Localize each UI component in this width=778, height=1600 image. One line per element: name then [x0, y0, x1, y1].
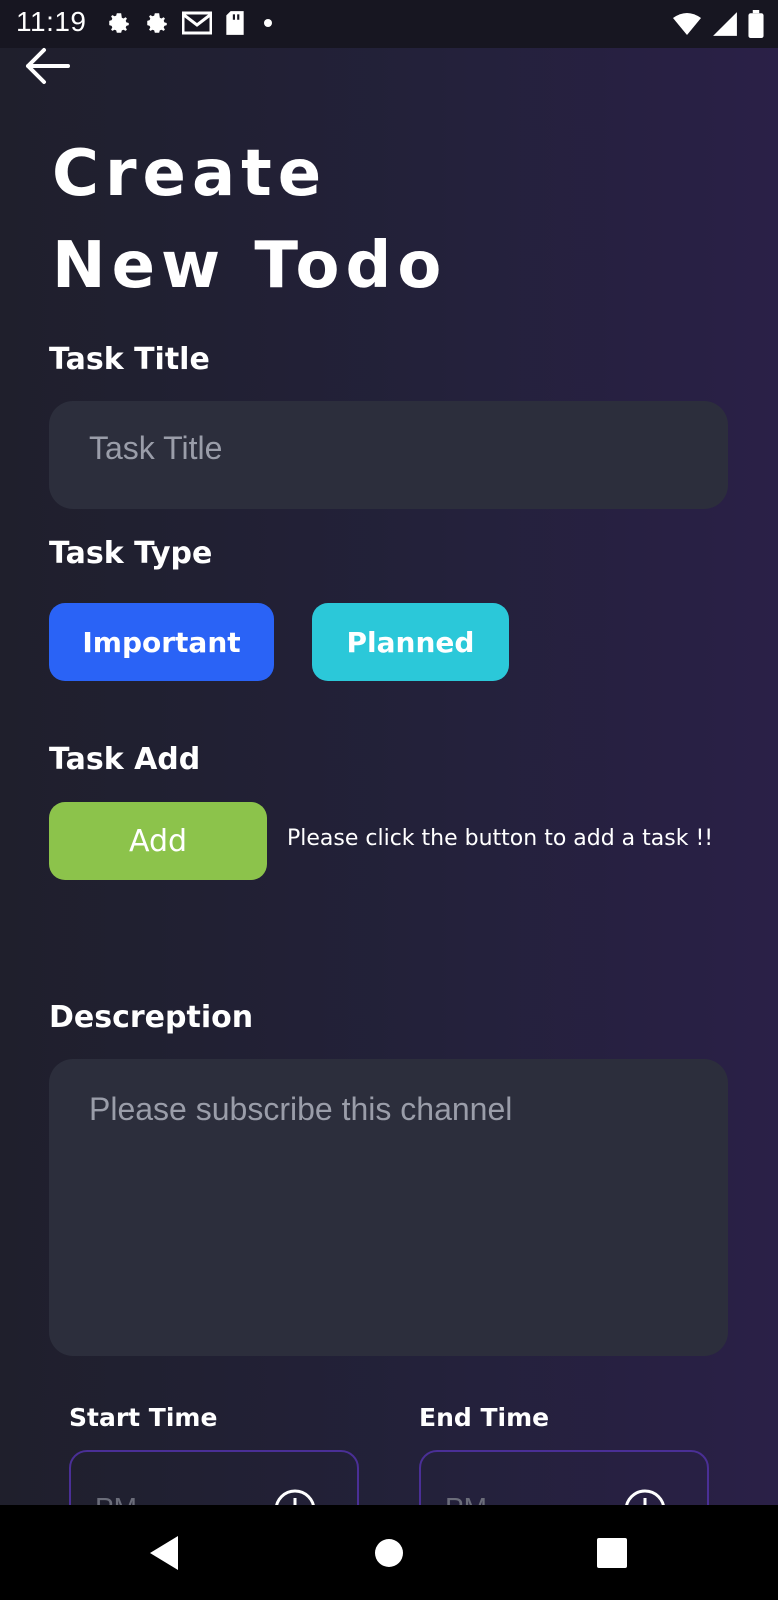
- gmail-icon: [182, 10, 212, 36]
- nav-recents-button[interactable]: [596, 1533, 628, 1577]
- signal-icon: [712, 11, 738, 37]
- page-title: Create New Todo: [52, 128, 447, 312]
- status-left-icons: [106, 10, 278, 36]
- nav-back-button[interactable]: [146, 1533, 180, 1577]
- task-title-placeholder: Task Title: [89, 430, 223, 466]
- status-time: 11:19: [16, 6, 87, 37]
- page-title-line1: Create: [52, 137, 328, 211]
- important-button[interactable]: Important: [49, 603, 274, 681]
- square-recents-icon: [597, 1538, 627, 1568]
- task-title-label: Task Title: [49, 342, 210, 377]
- add-button[interactable]: Add: [49, 802, 267, 880]
- back-arrow-icon: [26, 48, 70, 84]
- description-input[interactable]: Please subscribe this channel: [49, 1059, 728, 1356]
- triangle-back-icon: [150, 1536, 178, 1570]
- description-label: Descreption: [49, 1000, 254, 1035]
- gear-icon: [106, 10, 132, 36]
- circle-home-icon: [375, 1539, 403, 1567]
- add-hint-text: Please click the button to add a task !!: [287, 826, 714, 851]
- battery-icon: [748, 10, 764, 38]
- start-time-label: Start Time: [69, 1403, 218, 1432]
- status-right-icons: [672, 10, 764, 38]
- planned-button[interactable]: Planned: [312, 603, 509, 681]
- sd-card-icon: [224, 10, 246, 36]
- wifi-icon: [672, 11, 702, 37]
- gear-icon: [144, 10, 170, 36]
- task-add-label: Task Add: [49, 742, 201, 777]
- task-type-label: Task Type: [49, 536, 213, 571]
- navigation-bar: [0, 1505, 778, 1600]
- page-title-line2: New Todo: [52, 229, 448, 303]
- description-placeholder: Please subscribe this channel: [89, 1091, 513, 1127]
- end-time-label: End Time: [419, 1403, 550, 1432]
- nav-home-button[interactable]: [373, 1533, 405, 1577]
- back-button[interactable]: [22, 44, 72, 88]
- task-title-input[interactable]: Task Title: [49, 401, 728, 509]
- status-bar: 11:19: [0, 0, 778, 48]
- dot-icon: [258, 10, 278, 36]
